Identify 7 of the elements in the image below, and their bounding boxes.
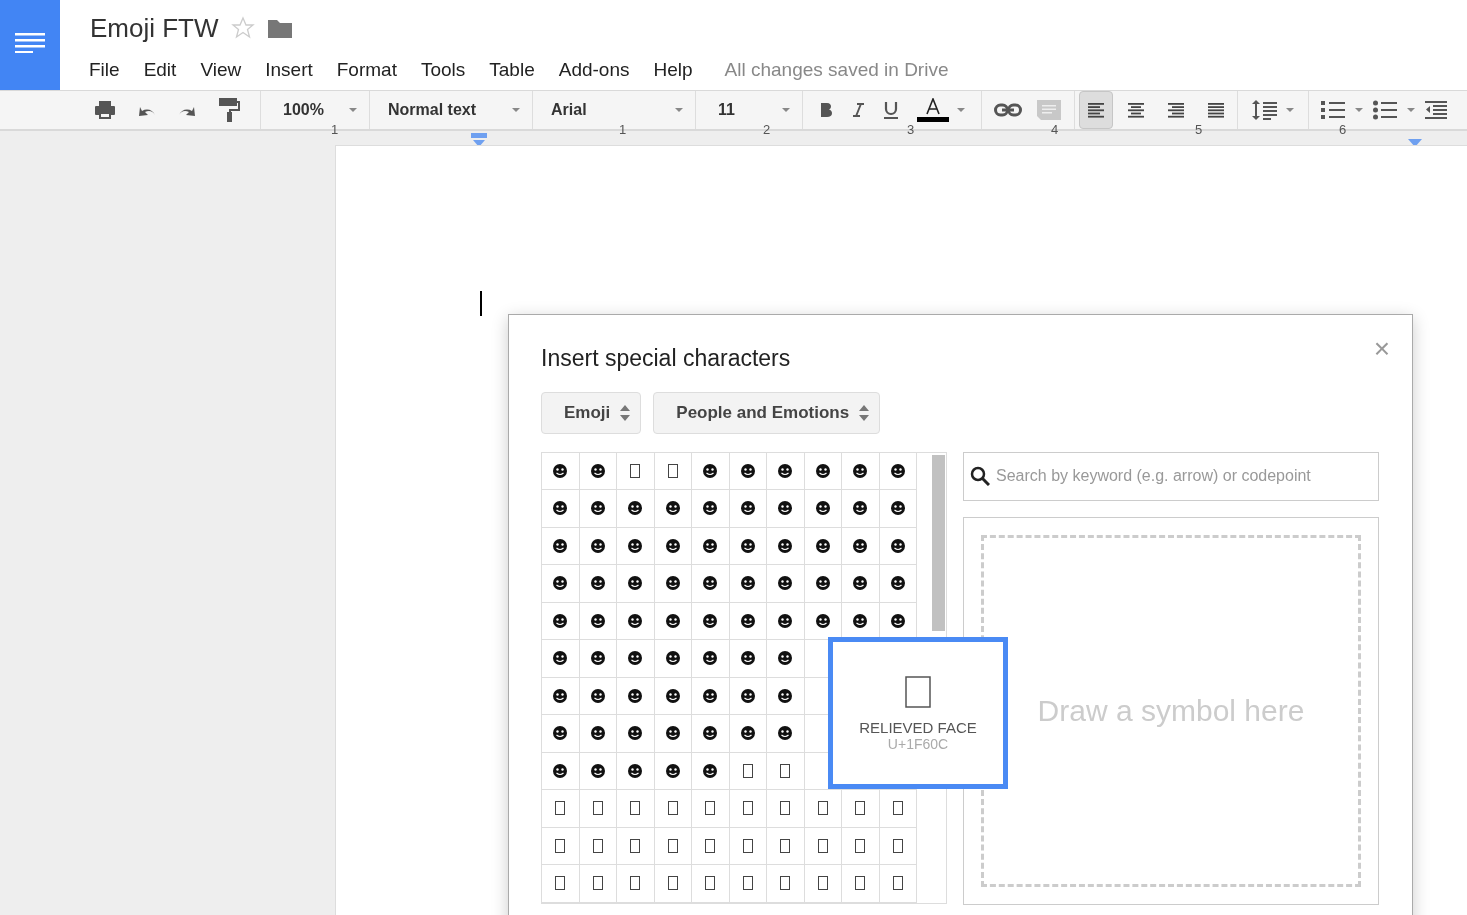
ruler-number: 3 (907, 121, 915, 140)
save-status: All changes saved in Drive (724, 58, 949, 82)
character-codepoint: U+1F60C (887, 736, 949, 751)
ruler-number: 5 (1195, 121, 1203, 140)
dialog-title: Insert special characters (541, 344, 791, 373)
ruler-number: 4 (1051, 121, 1059, 140)
ruler-number: 6 (1339, 121, 1347, 140)
